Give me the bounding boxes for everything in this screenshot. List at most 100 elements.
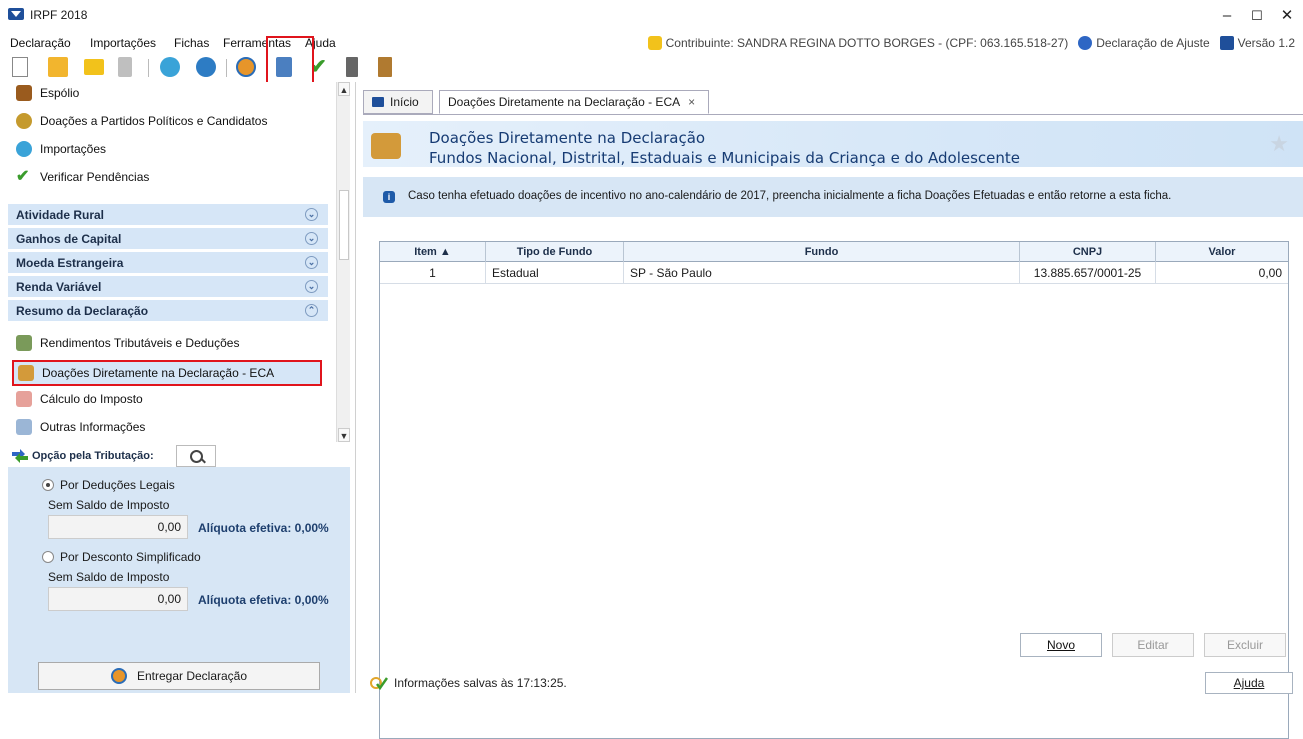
sidebar-item-label: Verificar Pendências	[40, 170, 150, 184]
globe-icon	[110, 668, 127, 684]
radio-indicator[interactable]	[42, 479, 54, 491]
panel-divider[interactable]	[355, 82, 356, 693]
close-tab-icon[interactable]: ×	[688, 95, 695, 109]
scroll-up-arrow[interactable]: ▲	[338, 82, 350, 96]
cell-item: 1	[380, 262, 486, 284]
lock-icon	[647, 36, 662, 50]
declaration-type-label: Declaração de Ajuste	[1096, 36, 1210, 50]
section-ganhos-capital[interactable]: Ganhos de Capital ⌄	[8, 228, 328, 250]
sidebar-item-doacoes-partidos[interactable]: Doações a Partidos Políticos e Candidato…	[16, 110, 267, 132]
favorite-star-icon[interactable]: ★	[1269, 131, 1289, 157]
section-label: Atividade Rural	[16, 207, 105, 222]
book-icon[interactable]	[378, 57, 392, 77]
sidebar-item-espolio[interactable]: Espólio	[16, 82, 79, 104]
tax-option-panel: Opção pela Tributação: Por Deduções Lega…	[8, 445, 350, 693]
column-header-item[interactable]: Item ▲	[380, 242, 486, 262]
section-label: Renda Variável	[16, 279, 102, 294]
money-icon	[16, 335, 32, 351]
sidebar-item-label: Doações a Partidos Políticos e Candidato…	[40, 114, 268, 128]
tab-doacoes-eca[interactable]: Doações Diretamente na Declaração - ECA …	[439, 90, 709, 114]
tab-label: Início	[390, 95, 419, 109]
minimize-button[interactable]: –	[1212, 5, 1242, 27]
sidebar-item-outras-informacoes[interactable]: Outras Informações	[16, 416, 145, 438]
section-atividade-rural[interactable]: Atividade Rural ⌄	[8, 204, 328, 226]
scroll-thumb[interactable]	[339, 190, 349, 260]
page-subtitle: Fundos Nacional, Distrital, Estaduais e …	[429, 149, 1021, 167]
menu-declaracao[interactable]: Declaração	[10, 36, 71, 50]
receita-icon[interactable]	[196, 57, 216, 77]
section-resumo-declaracao[interactable]: Resumo da Declaração ⌃	[8, 300, 328, 322]
trash-icon[interactable]	[118, 57, 132, 77]
saved-status-icon	[370, 677, 388, 690]
contribuinte-info: Contribuinte: SANDRA REGINA DOTTO BORGES…	[647, 36, 1295, 50]
sidebar: Espólio Doações a Partidos Políticos e C…	[8, 82, 336, 442]
ajuda-button[interactable]: Ajuda	[1205, 672, 1293, 694]
app-logo-icon	[8, 8, 24, 20]
percent-icon	[16, 391, 32, 407]
radio-deducoes-legais[interactable]: Por Deduções Legais	[42, 478, 175, 492]
import-icon	[16, 141, 32, 157]
info-bar: i Caso tenha efetuado doações de incenti…	[363, 177, 1303, 217]
section-moeda-estrangeira[interactable]: Moeda Estrangeira ⌄	[8, 252, 328, 274]
info-icon	[16, 419, 32, 435]
sidebar-item-importacoes[interactable]: Importações	[16, 138, 106, 160]
saldo-label: Sem Saldo de Imposto	[48, 570, 170, 584]
calculator-icon[interactable]	[346, 57, 358, 77]
status-bar: Informações salvas às 17:13:25.	[370, 676, 567, 690]
menu-importacoes[interactable]: Importações	[90, 36, 156, 50]
chevron-down-icon[interactable]: ⌄	[305, 208, 318, 221]
sidebar-item-doacoes-eca[interactable]: Doações Diretamente na Declaração - ECA	[12, 360, 322, 386]
excluir-button[interactable]: Excluir	[1204, 633, 1286, 657]
maximize-button[interactable]: ☐	[1242, 5, 1272, 27]
check-icon: ✔	[16, 168, 30, 185]
radio-desconto-simplificado[interactable]: Por Desconto Simplificado	[42, 550, 201, 564]
button-label: Novo	[1046, 638, 1075, 652]
column-header-cnpj[interactable]: CNPJ	[1020, 242, 1156, 262]
declaration-type-icon	[1078, 36, 1093, 50]
section-renda-variavel[interactable]: Renda Variável ⌄	[8, 276, 328, 298]
sidebar-scrollbar[interactable]: ▲ ▼	[336, 82, 350, 442]
column-header-valor[interactable]: Valor	[1156, 242, 1288, 262]
sidebar-item-rendimentos[interactable]: Rendimentos Tributáveis e Deduções	[16, 332, 239, 354]
import-icon[interactable]	[160, 57, 180, 77]
novo-button[interactable]: Novo	[1020, 633, 1102, 657]
sidebar-item-verificar-pendencias[interactable]: ✔ Verificar Pendências	[16, 166, 149, 188]
donations-table: Item ▲ Tipo de Fundo Fundo CNPJ Valor 1 …	[379, 241, 1289, 739]
saldo-label: Sem Saldo de Imposto	[48, 498, 170, 512]
aliquota-efetiva-label: Alíquota efetiva: 0,00%	[198, 593, 329, 607]
deducoes-legais-value: 0,00	[48, 515, 188, 539]
window-title: IRPF 2018	[30, 8, 88, 22]
column-header-fundo[interactable]: Fundo	[624, 242, 1020, 262]
sidebar-item-calculo-imposto[interactable]: Cálculo do Imposto	[16, 388, 143, 410]
search-button[interactable]	[176, 445, 216, 467]
open-folder-icon[interactable]	[48, 57, 68, 77]
column-header-tipo-fundo[interactable]: Tipo de Fundo	[486, 242, 624, 262]
sidebar-item-label: Doações Diretamente na Declaração - ECA	[42, 366, 275, 380]
entregar-declaracao-button[interactable]: Entregar Declaração	[38, 662, 320, 690]
folder-icon[interactable]	[84, 59, 104, 75]
chevron-down-icon[interactable]: ⌄	[305, 232, 318, 245]
tax-option-header: Opção pela Tributação:	[8, 445, 350, 467]
editar-button[interactable]: Editar	[1112, 633, 1194, 657]
new-document-icon[interactable]	[12, 57, 28, 77]
button-label: Excluir	[1226, 638, 1263, 652]
tab-inicio[interactable]: Início	[363, 90, 433, 114]
radio-label: Por Deduções Legais	[60, 478, 175, 492]
scroll-down-arrow[interactable]: ▼	[338, 428, 350, 442]
section-label: Resumo da Declaração	[16, 303, 149, 318]
cell-tipo-fundo: Estadual	[486, 262, 624, 284]
chevron-down-icon[interactable]: ⌄	[305, 280, 318, 293]
highlight-box	[266, 36, 314, 84]
tax-option-title: Opção pela Tributação:	[32, 450, 154, 462]
close-button[interactable]: ✕	[1272, 5, 1302, 27]
radio-label: Por Desconto Simplificado	[60, 550, 201, 564]
chevron-up-icon[interactable]: ⌃	[305, 304, 318, 317]
page-banner: Doações Diretamente na Declaração Fundos…	[363, 121, 1303, 167]
table-row[interactable]: 1 Estadual SP - São Paulo 13.885.657/000…	[380, 262, 1288, 284]
sidebar-item-label: Rendimentos Tributáveis e Deduções	[40, 336, 240, 350]
menu-bar: Declaração Importações Fichas Ferramenta…	[0, 32, 1303, 54]
menu-fichas[interactable]: Fichas	[174, 36, 209, 50]
chevron-down-icon[interactable]: ⌄	[305, 256, 318, 269]
globe-icon[interactable]	[236, 57, 256, 77]
radio-indicator[interactable]	[42, 551, 54, 563]
